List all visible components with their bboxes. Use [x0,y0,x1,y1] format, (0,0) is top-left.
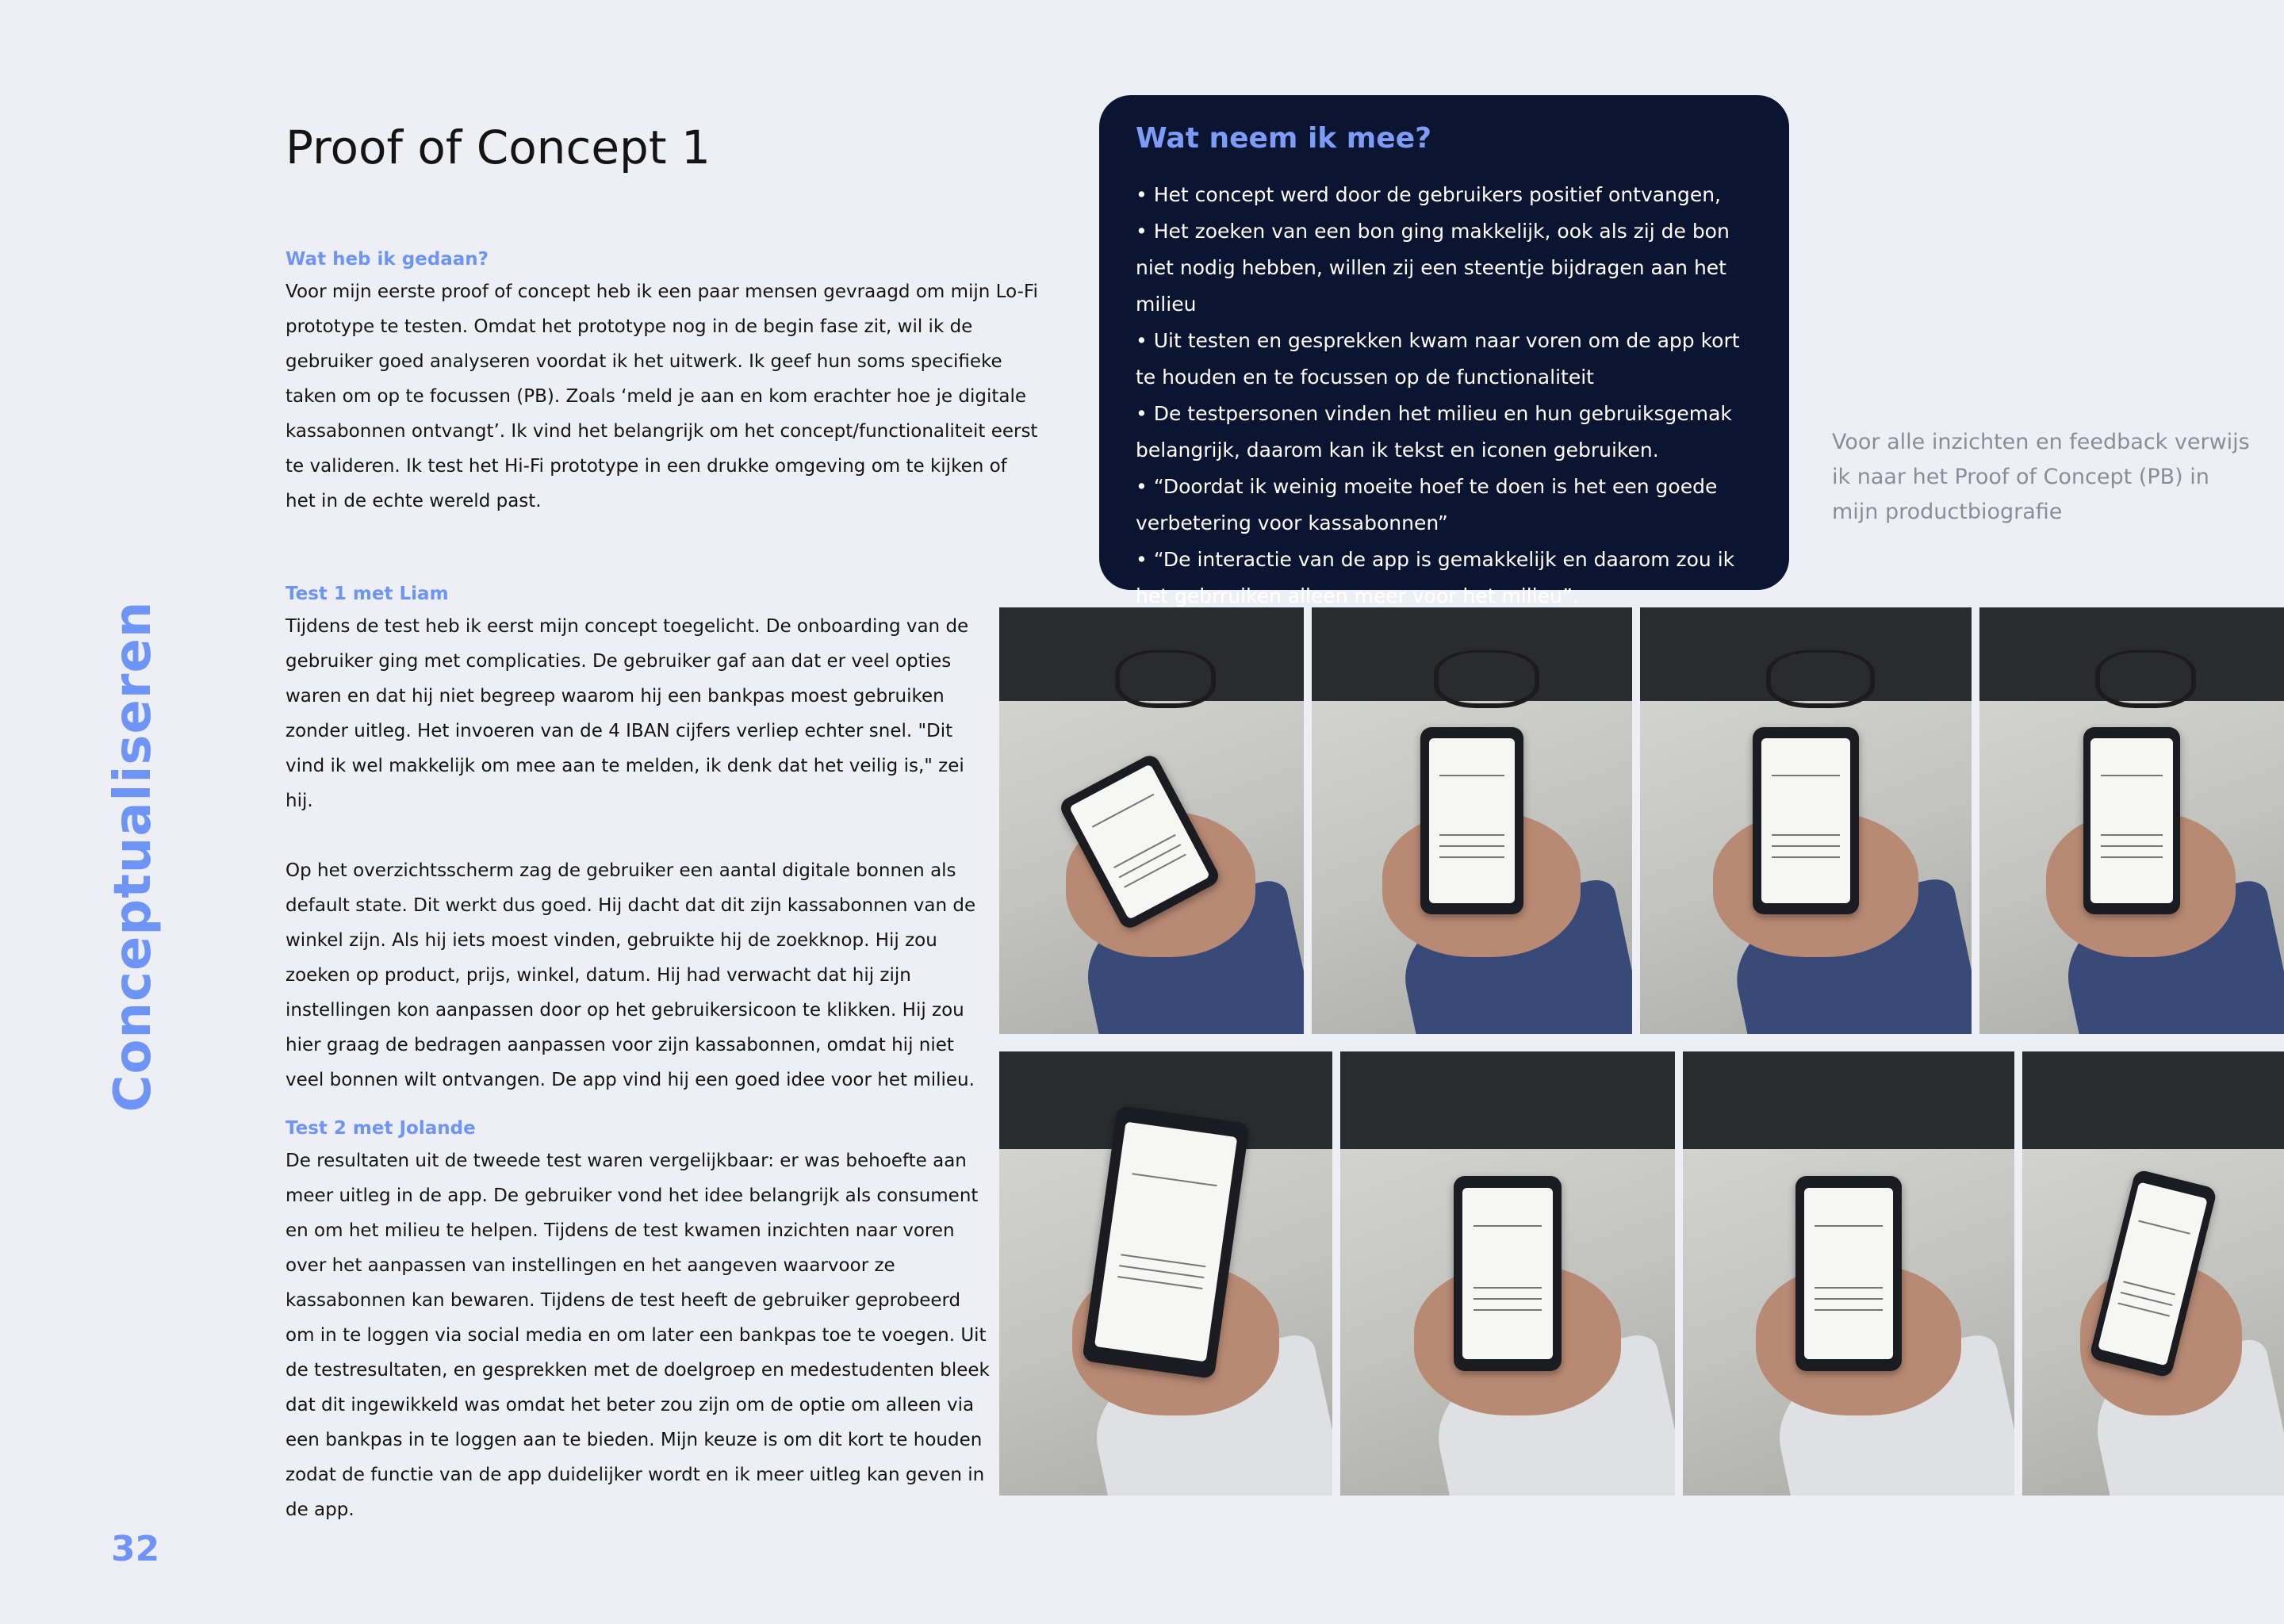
chapter-side-label: Conceptualiseren [104,600,163,1113]
section-heading: Test 2 met Jolande [286,1118,476,1139]
section-what-did-i-do: Wat heb ik gedaan? Voor mijn eerste proo… [286,249,1039,519]
test-photo [999,1051,1332,1496]
section-test-1: Test 1 met Liam Tijdens de test heb ik e… [286,584,991,1097]
test-photo [2022,1051,2284,1496]
takeaway-item: “Doordat ik weinig moeite hoef te doen i… [1136,469,1754,542]
takeaway-item: Het concept werd door de gebruikers posi… [1136,177,1754,213]
section-paragraph: Voor mijn eerste proof of concept heb ik… [286,282,1038,511]
test-photo [1640,607,1972,1034]
phone-image [1454,1175,1562,1372]
test-photo [1312,607,1632,1034]
glasses-image [1765,649,1876,709]
document-page: Conceptualiseren 32 Proof of Concept 1 W… [0,0,2284,1624]
test-photo [1979,607,2284,1034]
phone-image [1795,1175,1902,1372]
phone-image [1753,726,1859,915]
section-paragraph: Op het overzichtsscherm zag de gebruiker… [286,860,976,1090]
takeaway-item: Uit testen en gesprekken kwam naar voren… [1136,323,1754,396]
glasses-image [1114,649,1217,709]
glasses-image [2094,649,2197,709]
section-heading: Wat heb ik gedaan? [286,249,489,270]
takeaway-item: Het zoeken van een bon ging makkelijk, o… [1136,213,1754,323]
glasses-image [1433,649,1539,709]
takeaway-item: De testpersonen vinden het milieu en hun… [1136,396,1754,469]
section-paragraph: Tijdens de test heb ik eerst mijn concep… [286,616,969,811]
takeaway-item: “De interactie van de app is gemakkelijk… [1136,542,1754,615]
test-photo [1340,1051,1675,1496]
section-paragraph: De resultaten uit de tweede test waren v… [286,1151,990,1520]
test-photo [1683,1051,2014,1496]
test-photo [999,607,1304,1034]
phone-image [2083,726,2181,915]
callout-title: Wat neem ik mee? [1136,122,1432,155]
reference-note: Voor alle inzichten en feedback verwijs … [1832,430,2250,524]
page-number: 32 [111,1529,160,1569]
page-title: Proof of Concept 1 [286,121,711,174]
takeaways-list: Het concept werd door de gebruikers posi… [1136,177,1754,615]
section-heading: Test 1 met Liam [286,584,449,604]
section-test-2: Test 2 met Jolande De resultaten uit de … [286,1118,991,1527]
phone-image [1420,726,1523,915]
takeaways-callout: Wat neem ik mee? Het concept werd door d… [1099,95,1789,607]
